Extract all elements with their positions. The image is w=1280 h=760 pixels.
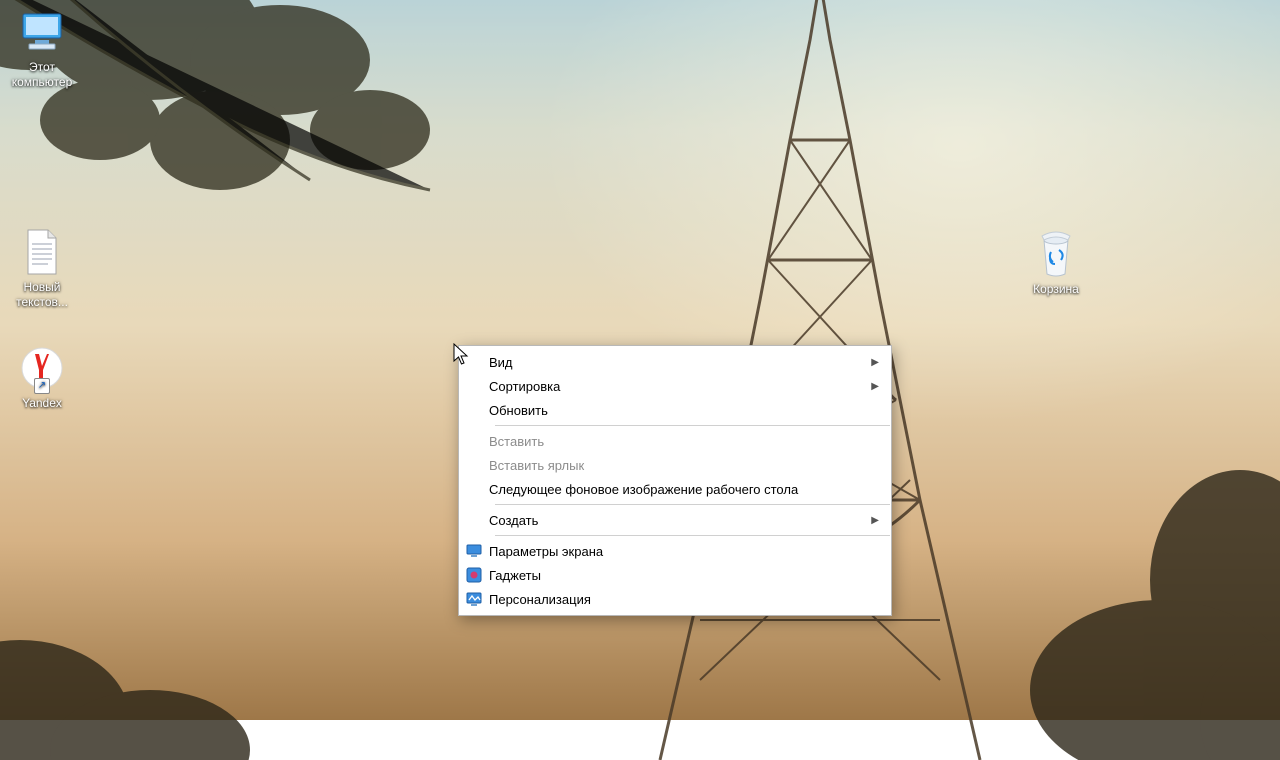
menu-item-refresh[interactable]: Обновить <box>459 398 891 422</box>
chevron-right-icon: ▶ <box>865 515 883 526</box>
menu-item-new[interactable]: Создать ▶ <box>459 508 891 532</box>
menu-item-display-settings[interactable]: Параметры экрана <box>459 539 891 563</box>
menu-item-label: Обновить <box>489 403 883 418</box>
desktop-icon-label: Корзина <box>1016 282 1096 297</box>
shortcut-overlay-icon: ↗ <box>34 378 50 394</box>
menu-item-icon-empty <box>459 350 489 374</box>
menu-item-icon-empty <box>459 374 489 398</box>
menu-item-label: Вставить ярлык <box>489 458 883 473</box>
menu-item-view[interactable]: Вид ▶ <box>459 350 891 374</box>
desktop-icon-label: Новый текстов... <box>2 280 82 310</box>
menu-item-icon-empty <box>459 477 489 501</box>
menu-item-next-wallpaper[interactable]: Следующее фоновое изображение рабочего с… <box>459 477 891 501</box>
computer-icon <box>18 8 66 56</box>
gadgets-icon <box>459 563 489 587</box>
menu-item-label: Вид <box>489 355 865 370</box>
menu-separator <box>495 425 890 426</box>
menu-item-icon-empty <box>459 453 489 477</box>
menu-separator <box>495 535 890 536</box>
menu-item-sort[interactable]: Сортировка ▶ <box>459 374 891 398</box>
desktop-icon-this-pc[interactable]: Этот компьютер <box>2 8 82 90</box>
menu-item-gadgets[interactable]: Гаджеты <box>459 563 891 587</box>
chevron-right-icon: ▶ <box>865 357 883 368</box>
menu-separator <box>495 504 890 505</box>
desktop-icon-label: Этот компьютер <box>2 60 82 90</box>
menu-item-label: Вставить <box>489 434 883 449</box>
monitor-icon <box>459 539 489 563</box>
desktop-icon-yandex[interactable]: ↗ Yandex <box>2 344 82 411</box>
desktop-icon-recycle-bin[interactable]: Корзина <box>1016 230 1096 297</box>
yandex-icon: ↗ <box>18 344 66 392</box>
chevron-right-icon: ▶ <box>865 381 883 392</box>
desktop-icon-label: Yandex <box>2 396 82 411</box>
personalize-icon <box>459 587 489 611</box>
text-file-icon <box>18 228 66 276</box>
menu-item-label: Параметры экрана <box>489 544 883 559</box>
menu-item-icon-empty <box>459 429 489 453</box>
menu-item-label: Персонализация <box>489 592 883 607</box>
desktop-icon-text-file[interactable]: Новый текстов... <box>2 228 82 310</box>
menu-item-icon-empty <box>459 508 489 532</box>
menu-item-label: Создать <box>489 513 865 528</box>
recycle-bin-icon <box>1032 230 1080 278</box>
menu-item-paste-shortcut: Вставить ярлык <box>459 453 891 477</box>
menu-item-icon-empty <box>459 398 489 422</box>
desktop-context-menu: Вид ▶ Сортировка ▶ Обновить Вставить Вст… <box>458 345 892 616</box>
menu-item-paste: Вставить <box>459 429 891 453</box>
menu-item-label: Следующее фоновое изображение рабочего с… <box>489 482 883 497</box>
menu-item-label: Гаджеты <box>489 568 883 583</box>
menu-item-personalize[interactable]: Персонализация <box>459 587 891 611</box>
menu-item-label: Сортировка <box>489 379 865 394</box>
